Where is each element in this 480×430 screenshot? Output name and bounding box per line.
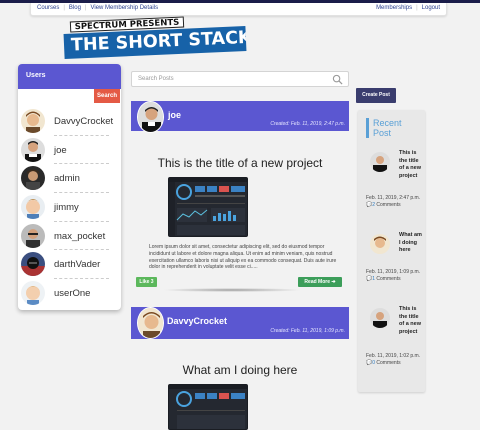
- user-item-joe[interactable]: joe: [18, 136, 121, 165]
- users-panel: Users DavvyCrocket joe admin jimmy max_p…: [18, 64, 121, 310]
- search-icon[interactable]: [332, 74, 343, 85]
- user-name: darthVader: [54, 259, 101, 271]
- avatar: [21, 109, 45, 133]
- nav-link-membership-details[interactable]: View Membership Details: [90, 5, 158, 11]
- nav-link-blog[interactable]: Blog: [69, 5, 81, 11]
- comments-label: Comments: [376, 276, 401, 282]
- recent-post-meta: Feb. 11, 2019, 1:09 p.m. 💬1 Comments: [366, 269, 424, 283]
- user-search-input[interactable]: [22, 91, 94, 103]
- nav-separator: |: [416, 5, 418, 11]
- avatar: [21, 166, 45, 191]
- recent-post-item[interactable]: What am I doing here Feb. 11, 2019, 1:09…: [366, 232, 424, 302]
- read-more-button[interactable]: Read More ➔: [298, 277, 342, 287]
- users-panel-title: Users: [18, 64, 121, 89]
- top-navigation: Courses | Blog | View Membership Details…: [30, 3, 447, 16]
- post-author[interactable]: DavvyCrocket: [167, 316, 227, 326]
- recent-post-date: Feb. 11, 2019, 1:09 p.m.: [366, 269, 421, 275]
- recent-post-date: Feb. 11, 2019, 1:02 p.m.: [366, 353, 421, 359]
- user-item-max-pocket[interactable]: max_pocket: [18, 222, 121, 251]
- avatar: [21, 281, 45, 306]
- search-input[interactable]: Search Posts: [138, 76, 174, 82]
- user-name: DavvyCrocket: [54, 116, 114, 127]
- recent-post-date: Feb. 11, 2019, 2:47 p.m.: [366, 195, 421, 201]
- user-name: joe: [54, 144, 67, 156]
- avatar: [21, 223, 45, 248]
- avatar: [21, 195, 45, 220]
- user-item-userone[interactable]: userOne: [18, 279, 121, 308]
- avatar: [21, 137, 45, 162]
- nav-link-memberships[interactable]: Memberships: [376, 5, 412, 11]
- avatar: [21, 252, 45, 277]
- user-name: userOne: [54, 288, 91, 300]
- nav-separator: |: [63, 5, 65, 11]
- post-image: [168, 177, 248, 237]
- recent-post-item[interactable]: This is the title of a new project Feb. …: [366, 150, 424, 220]
- post-title[interactable]: This is the title of a new project: [131, 156, 349, 170]
- recent-post-title[interactable]: This is the title of a new project: [399, 306, 424, 336]
- like-button[interactable]: Like 3: [136, 277, 157, 287]
- post-header: DavvyCrocket Created: Feb. 11, 2019, 1:0…: [131, 307, 349, 339]
- user-item-davvycrocket[interactable]: DavvyCrocket: [18, 107, 121, 136]
- post-image: [168, 384, 248, 430]
- post-header: joe Created: Feb. 11, 2019, 2:47 p.m.: [131, 101, 349, 133]
- nav-link-courses[interactable]: Courses: [37, 5, 59, 11]
- avatar: [137, 101, 164, 133]
- avatar: [137, 307, 164, 339]
- site-logo[interactable]: SPECTRUM PRESENTS THE SHORT STACK: [63, 16, 247, 60]
- user-item-darthvader[interactable]: darthVader: [18, 250, 121, 280]
- avatar: [370, 152, 390, 172]
- user-name: max_pocket: [54, 230, 106, 242]
- nav-link-logout[interactable]: Logout: [422, 5, 440, 11]
- recent-post-title[interactable]: What am I doing here: [399, 232, 424, 255]
- recent-posts-title: Recent Post: [366, 118, 422, 138]
- post-author[interactable]: joe: [168, 110, 181, 120]
- post-date: Created: Feb. 11, 2019, 2:47 p.m.: [270, 121, 345, 127]
- post-search-bar[interactable]: Search Posts: [131, 71, 349, 87]
- recent-post-title[interactable]: This is the title of a new project: [399, 150, 424, 180]
- post-title[interactable]: What am I doing here: [131, 363, 349, 377]
- post-date: Created: Feb. 11, 2019, 1:09 p.m.: [270, 328, 345, 334]
- create-post-button[interactable]: Create Post: [356, 88, 396, 103]
- user-list: DavvyCrocket joe admin jimmy max_pocket …: [18, 107, 121, 308]
- recent-posts-panel: Recent Post This is the title of a new p…: [358, 110, 425, 392]
- post-excerpt: Lorem ipsum dolor sit amet, consectetur …: [149, 244, 337, 271]
- user-name: jimmy: [54, 202, 79, 214]
- avatar: [370, 308, 390, 328]
- comment-count: 2: [372, 202, 376, 208]
- recent-post-meta: Feb. 11, 2019, 1:02 p.m. 💬0 Comments: [366, 353, 424, 367]
- recent-post-item[interactable]: This is the title of a new project Feb. …: [366, 306, 424, 376]
- user-item-admin[interactable]: admin: [18, 164, 121, 194]
- recent-post-meta: Feb. 11, 2019, 2:47 p.m. 💬2 Comments: [366, 195, 424, 209]
- post-shadow: [162, 288, 302, 292]
- nav-separator: |: [84, 5, 87, 11]
- user-item-jimmy[interactable]: jimmy: [18, 193, 121, 222]
- comments-label: Comments: [376, 360, 401, 366]
- avatar: [370, 234, 390, 254]
- comments-label: Comments: [376, 202, 401, 208]
- comment-count: 1: [372, 276, 376, 282]
- user-name: admin: [54, 173, 80, 185]
- comment-count: 0: [372, 360, 376, 366]
